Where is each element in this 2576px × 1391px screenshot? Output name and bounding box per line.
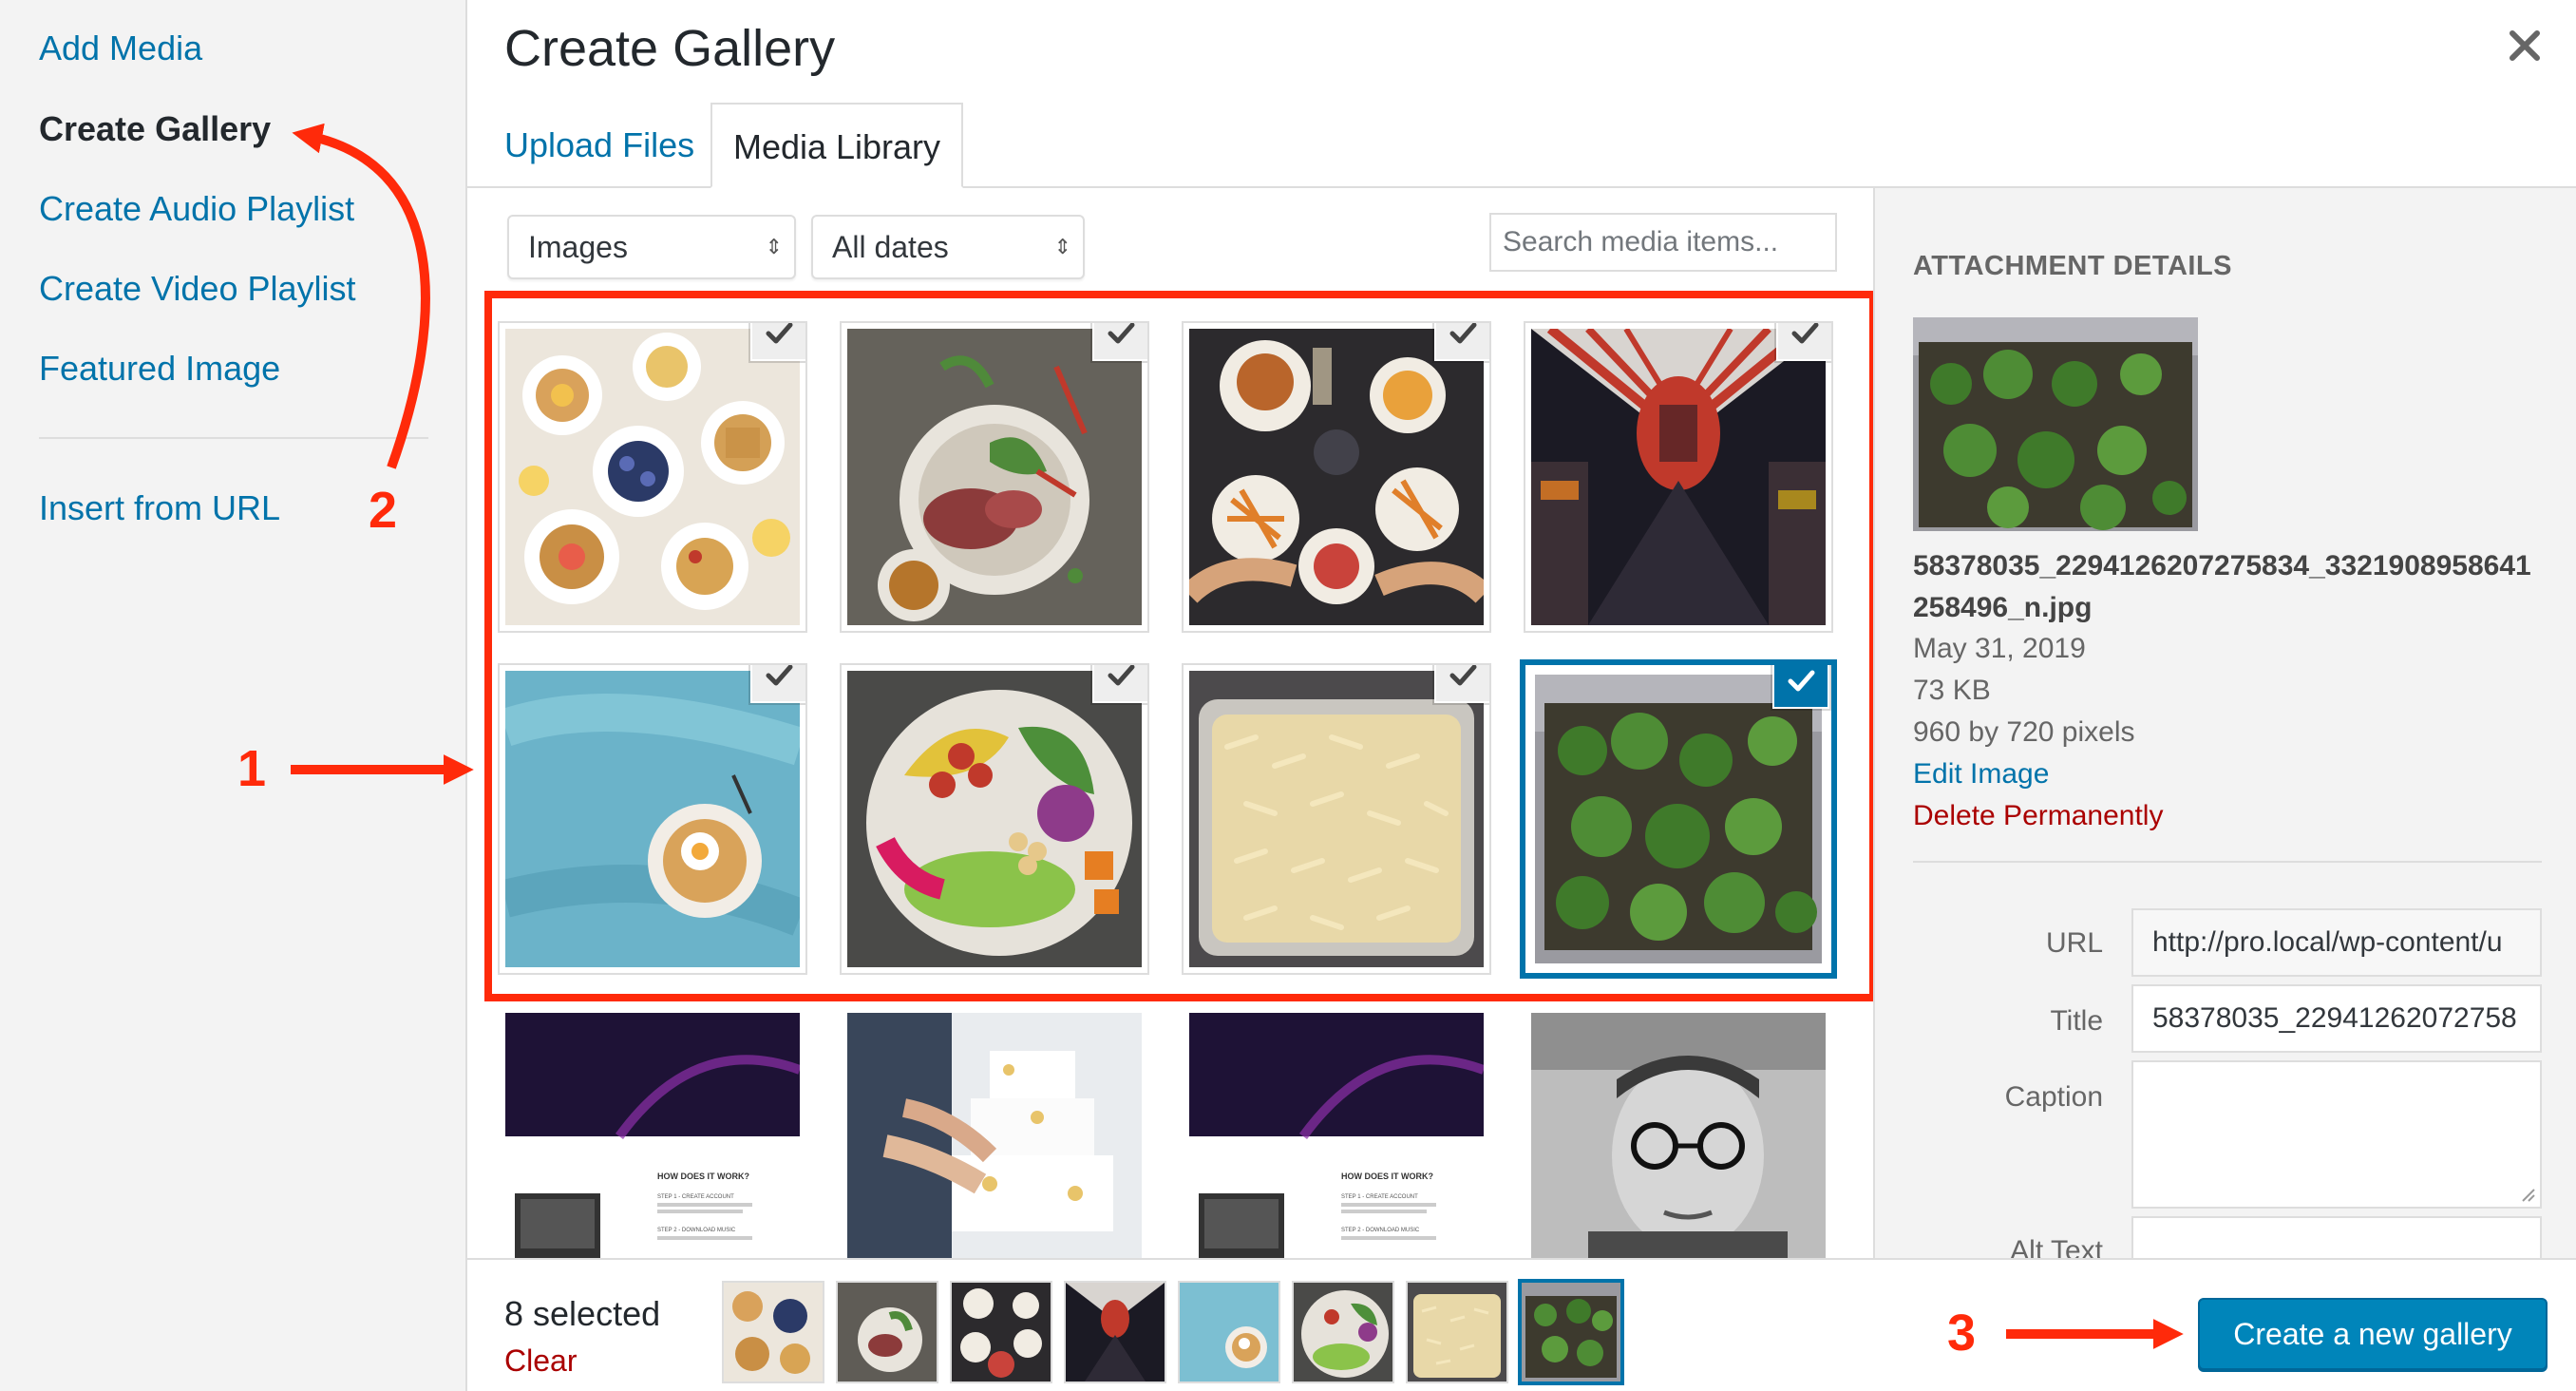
- arrow-2-icon: [292, 123, 430, 469]
- annotation-arrows: [291, 123, 2184, 1350]
- annotation-number-3: 3: [1947, 1305, 1977, 1362]
- annotation-number-2: 2: [369, 482, 398, 539]
- annotation-number-1: 1: [237, 740, 267, 797]
